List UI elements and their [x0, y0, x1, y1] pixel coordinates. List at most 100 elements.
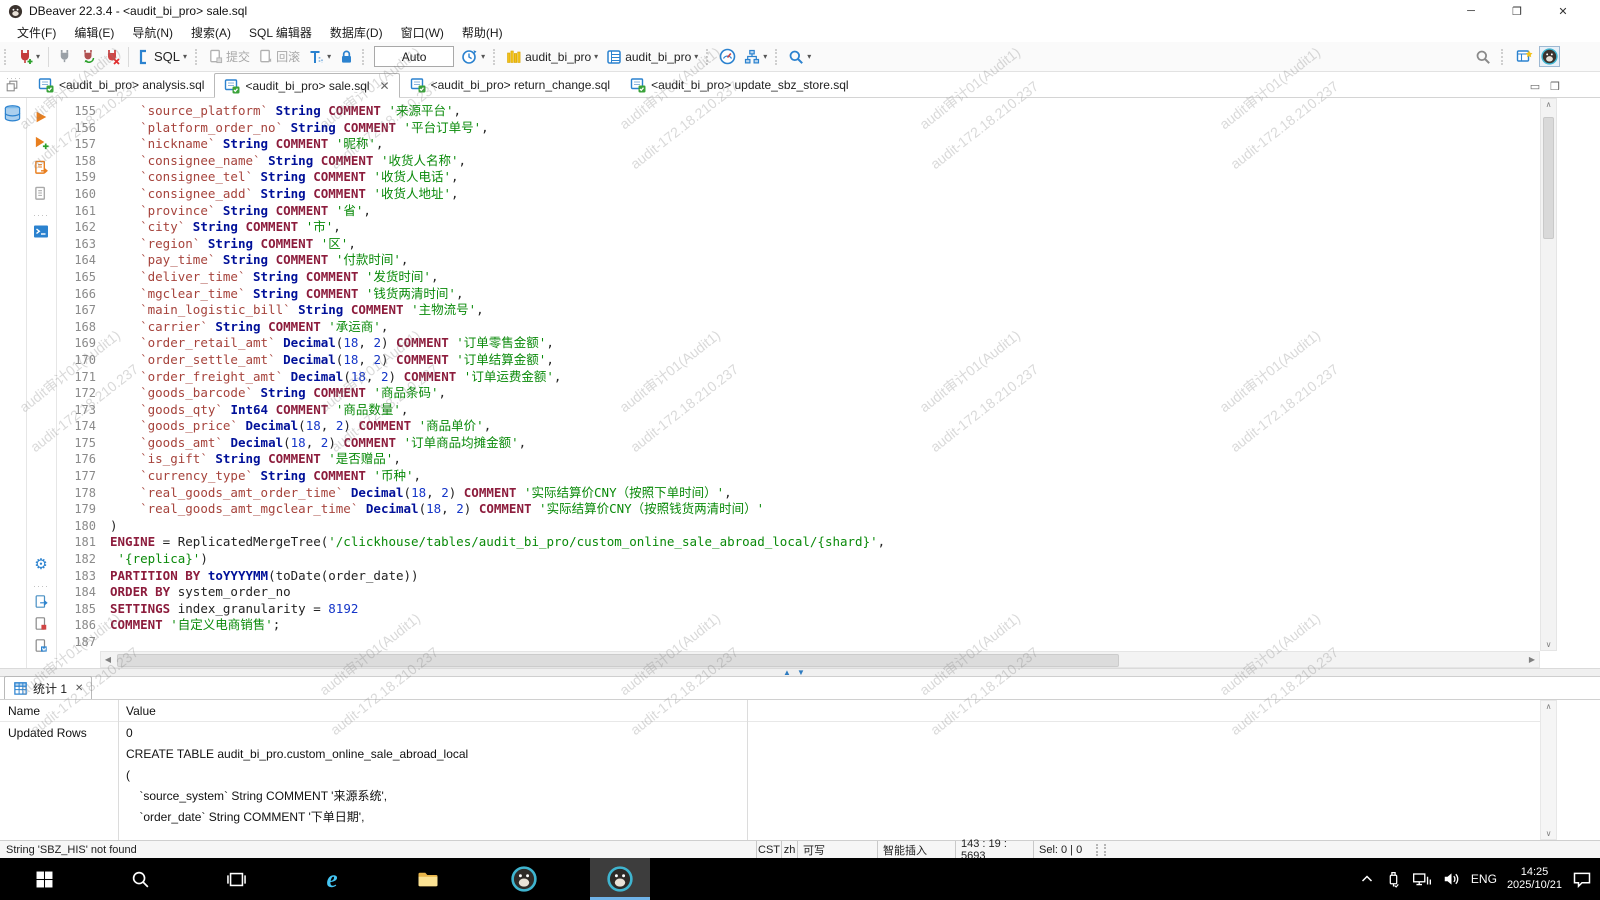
connection-selector[interactable]: audit_bi_pro ▾: [503, 45, 601, 69]
menu-item-5[interactable]: 数据库(D): [321, 24, 392, 41]
status-cell-5[interactable]: Sel: 0 | 0: [1033, 841, 1088, 858]
scroll-up-icon[interactable]: ∧: [1541, 702, 1556, 711]
statistics-tab[interactable]: 统计 1 ✕: [4, 676, 92, 699]
result-row-4[interactable]: `order_date` String COMMENT '下单日期',: [0, 806, 1557, 827]
splitter-collapse-down-icon[interactable]: ▼: [797, 668, 805, 677]
menu-item-6[interactable]: 窗口(W): [392, 24, 453, 41]
sql-editor-button[interactable]: SQL ▾: [134, 45, 190, 69]
network-icon[interactable]: [1412, 870, 1432, 888]
sql-code-area[interactable]: 155 `source_platform` String COMMENT '来源…: [56, 98, 1557, 650]
menu-item-2[interactable]: 导航(N): [123, 24, 182, 41]
line-number: 165: [56, 269, 110, 286]
dbeaver-taskbar-button[interactable]: [494, 858, 554, 900]
tray-chevron-up-icon[interactable]: [1359, 871, 1375, 887]
menu-item-0[interactable]: 文件(F): [8, 24, 65, 41]
quick-search-icon[interactable]: [1475, 49, 1491, 65]
input-language-indicator[interactable]: ENG: [1471, 872, 1497, 886]
panel-splitter[interactable]: ▲ ▼: [0, 668, 1600, 677]
minimize-button[interactable]: ─: [1448, 0, 1494, 22]
execute-new-tab-button[interactable]: [26, 131, 56, 153]
export-script-button[interactable]: [26, 590, 56, 612]
status-cell-4[interactable]: 143 : 19 : 5693: [955, 841, 1033, 858]
scroll-down-icon[interactable]: ∨: [1541, 640, 1556, 649]
start-button[interactable]: [14, 858, 74, 900]
script-output-button[interactable]: [26, 634, 56, 656]
scroll-up-icon[interactable]: ∧: [1541, 100, 1556, 109]
action-center-icon[interactable]: [1572, 870, 1592, 888]
execute-statement-button[interactable]: [26, 106, 56, 128]
volume-icon[interactable]: [1442, 870, 1461, 888]
result-row-0[interactable]: Updated Rows0: [0, 722, 1557, 743]
editor-tab-3[interactable]: <audit_bi_pro> update_sbz_store.sql: [620, 72, 858, 97]
tab-close-icon[interactable]: ✕: [380, 79, 390, 93]
editor-tab-0[interactable]: <audit_bi_pro> analysis.sql: [28, 72, 214, 97]
sql-bracket-icon: [137, 49, 151, 65]
database-navigator-icon[interactable]: [3, 104, 22, 123]
status-cell-0[interactable]: CST: [756, 841, 781, 858]
status-cell-3[interactable]: 智能插入: [877, 841, 955, 858]
sql-file-icon: [410, 77, 426, 93]
maximize-view-icon[interactable]: ❒: [1550, 80, 1560, 93]
editor-vertical-scrollbar[interactable]: ∧ ∨: [1540, 98, 1557, 651]
editor-tab-2[interactable]: <audit_bi_pro> return_change.sql: [400, 72, 620, 97]
splitter-collapse-up-icon[interactable]: ▲: [783, 668, 791, 677]
taskbar-clock[interactable]: 14:25 2025/10/21: [1507, 866, 1562, 892]
column-header-value[interactable]: Value: [118, 704, 156, 718]
maximize-button[interactable]: ❐: [1494, 0, 1540, 22]
execute-script-natural-button[interactable]: [26, 182, 56, 204]
result-row-1[interactable]: CREATE TABLE audit_bi_pro.custom_online_…: [0, 743, 1557, 764]
results-vertical-scrollbar[interactable]: ∧ ∨: [1540, 700, 1557, 840]
result-row-3[interactable]: `source_system` String COMMENT '来源系统',: [0, 785, 1557, 806]
file-explorer-button[interactable]: [398, 858, 458, 900]
line-number: 187: [56, 634, 110, 650]
status-cell-1[interactable]: zh: [781, 841, 797, 858]
minimize-view-icon[interactable]: ▭: [1530, 80, 1540, 93]
line-number: 157: [56, 136, 110, 153]
dbeaver-taskbar-button-active[interactable]: [590, 858, 650, 900]
taskbar-search-button[interactable]: [110, 858, 170, 900]
menu-item-4[interactable]: SQL 编辑器: [240, 24, 321, 41]
internet-explorer-button[interactable]: e: [302, 858, 362, 900]
scroll-left-icon[interactable]: ◀: [101, 655, 115, 664]
editor-settings-gear-icon[interactable]: ⚙: [26, 553, 56, 575]
usb-device-icon[interactable]: [1385, 870, 1402, 888]
perspective-icon[interactable]: [1516, 48, 1533, 65]
menu-item-3[interactable]: 搜索(A): [182, 24, 240, 41]
connection-name: audit_bi_pro: [525, 50, 591, 64]
disconnect-button[interactable]: [101, 45, 123, 69]
task-view-button[interactable]: [206, 858, 266, 900]
save-script-button[interactable]: [26, 612, 56, 634]
er-diagram-button[interactable]: ▾: [741, 45, 770, 69]
close-button[interactable]: ✕: [1540, 0, 1586, 22]
scroll-down-icon[interactable]: ∨: [1541, 829, 1556, 838]
rollback-button[interactable]: 回滚: [255, 45, 303, 69]
toolbar-search-button[interactable]: ▾: [785, 45, 814, 69]
restore-panes-icon[interactable]: [5, 79, 19, 93]
transaction-mode-button[interactable]: ▾: [305, 45, 334, 69]
result-row-2[interactable]: (: [0, 764, 1557, 785]
windows-taskbar: e ENG 14:25 2025/10/21: [0, 858, 1600, 900]
new-connection-button[interactable]: ▾: [14, 45, 43, 69]
dashboard-button[interactable]: [716, 45, 739, 69]
vertical-scroll-thumb[interactable]: [1543, 117, 1554, 239]
dbeaver-perspective-icon[interactable]: [1539, 46, 1560, 67]
horizontal-scroll-thumb[interactable]: [117, 654, 1119, 667]
commit-mode-select[interactable]: Auto: [374, 46, 454, 67]
editor-horizontal-scrollbar[interactable]: ◀ ▶: [100, 651, 1540, 668]
menu-item-1[interactable]: 编辑(E): [65, 24, 123, 41]
open-terminal-button[interactable]: [26, 220, 56, 242]
line-number: 159: [56, 169, 110, 186]
column-header-name[interactable]: Name: [0, 704, 118, 718]
editor-tab-1[interactable]: <audit_bi_pro> sale.sql✕: [214, 73, 399, 98]
status-cell-2[interactable]: 可写: [797, 841, 877, 858]
scroll-right-icon[interactable]: ▶: [1525, 655, 1539, 664]
transaction-log-button[interactable]: ▾: [458, 45, 488, 69]
connect-button[interactable]: [54, 45, 75, 69]
commit-button[interactable]: 提交: [205, 45, 253, 69]
schema-selector[interactable]: audit_bi_pro ▾: [603, 45, 701, 69]
tab-close-icon[interactable]: ✕: [75, 683, 83, 694]
menu-item-7[interactable]: 帮助(H): [453, 24, 512, 41]
lock-button[interactable]: [336, 45, 357, 69]
execute-script-button[interactable]: [26, 156, 56, 178]
reconnect-button[interactable]: [77, 45, 99, 69]
